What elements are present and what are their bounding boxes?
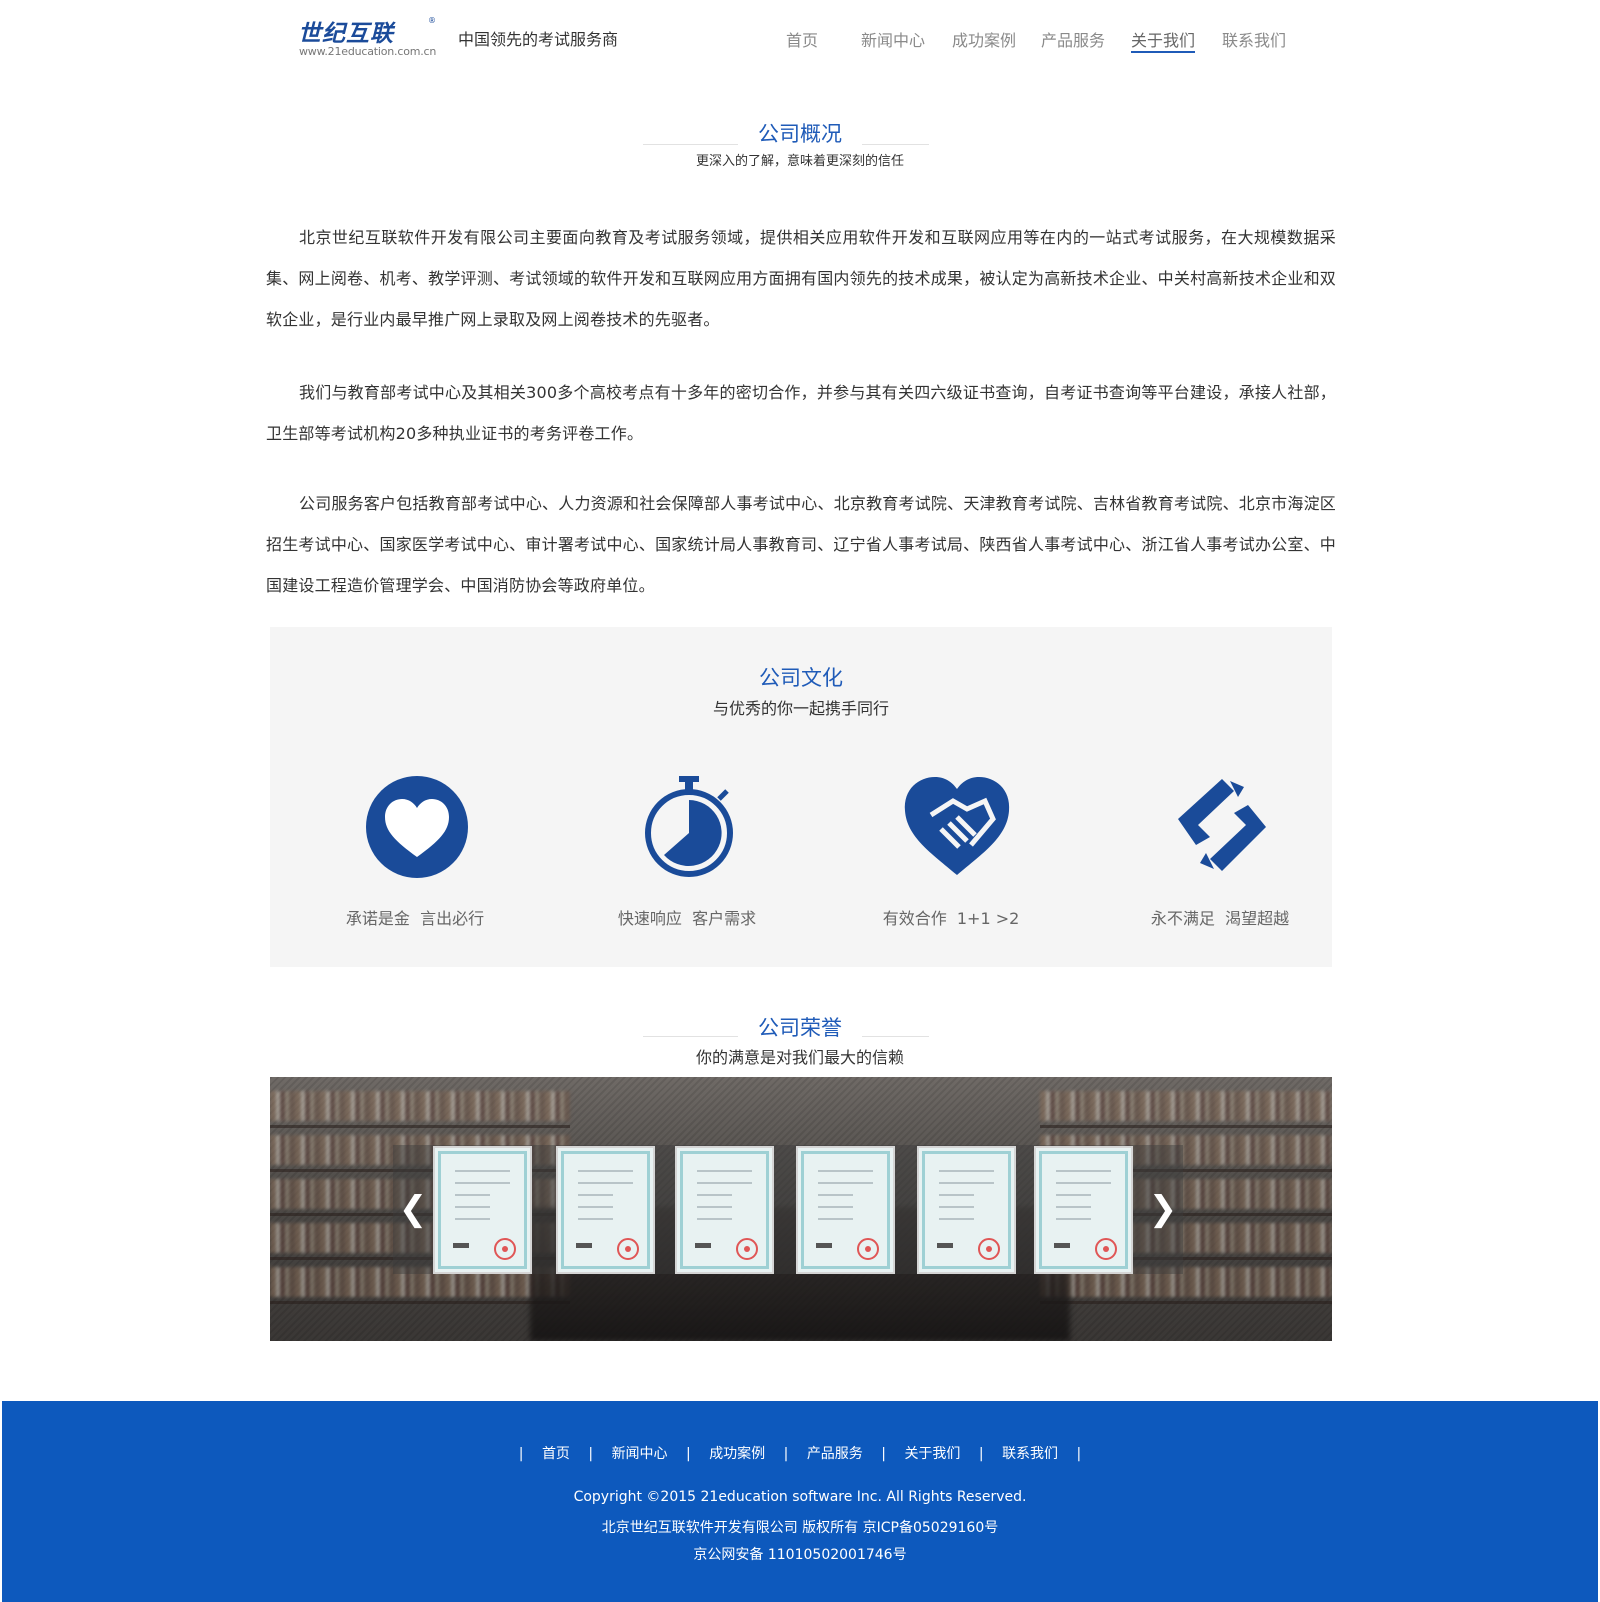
footer-copyright: Copyright ©2015 21education software Inc… bbox=[573, 1489, 1027, 1505]
culture-subtitle: 与优秀的你一起携手同行 bbox=[712, 699, 889, 718]
stopwatch-icon bbox=[645, 776, 733, 877]
company-logo[interactable]: 世纪互联 ® www.21education.com.cn bbox=[298, 14, 437, 60]
footer-nav-separator: | bbox=[1076, 1446, 1082, 1462]
footer-nav-separator: | bbox=[881, 1446, 886, 1462]
culture-item-cooperation: 有效合作 1+1 >2 bbox=[851, 775, 1051, 945]
nav-contact[interactable]: 联系我们 bbox=[1222, 27, 1286, 53]
footer-nav-contact[interactable]: 联系我们 bbox=[1002, 1443, 1058, 1463]
culture-section: 公司文化 与优秀的你一起携手同行 承诺是金 言出必行 快速响应 客户需求 有效合… bbox=[270, 627, 1332, 967]
honors-subtitle: 你的满意是对我们最大的信赖 bbox=[695, 1048, 904, 1067]
footer-nav-home[interactable]: 首页 bbox=[542, 1443, 570, 1463]
logo-registered-mark: ® bbox=[428, 16, 436, 25]
overview-heading: 公司概况 更深入的了解，意味着更深刻的信任 bbox=[0, 118, 1600, 169]
footer-nav-separator: | bbox=[588, 1446, 594, 1462]
overview-title: 公司概况 bbox=[738, 118, 862, 148]
nav-cases[interactable]: 成功案例 bbox=[952, 27, 1016, 53]
footer-nav: | 首页 | 新闻中心 | 成功案例 | 产品服务 | 关于我们 | 联系我们 … bbox=[2, 1443, 1598, 1463]
carousel-prev-button[interactable]: ❮ bbox=[393, 1145, 433, 1274]
footer-nav-separator: | bbox=[518, 1446, 524, 1462]
footer-nav-about[interactable]: 关于我们 bbox=[904, 1443, 960, 1463]
certificate-thumbnail[interactable] bbox=[1034, 1146, 1133, 1274]
footer-nav-cases[interactable]: 成功案例 bbox=[709, 1443, 765, 1463]
heart-icon bbox=[366, 776, 468, 878]
footer-company-line: 北京世纪互联软件开发有限公司 版权所有 京ICP备05029160号 bbox=[601, 1520, 999, 1536]
certificate-thumbnail[interactable] bbox=[433, 1146, 532, 1274]
nav-products[interactable]: 产品服务 bbox=[1041, 27, 1105, 53]
link-arrows-icon bbox=[1178, 779, 1266, 871]
overview-paragraph-1: 北京世纪互联软件开发有限公司主要面向教育及考试服务领域，提供相关应用软件开发和互… bbox=[266, 228, 1336, 329]
footer-nav-news[interactable]: 新闻中心 bbox=[612, 1443, 668, 1463]
certificate-carousel: ❮ ❯ bbox=[393, 1145, 1183, 1274]
honors-title: 公司荣誉 bbox=[738, 1012, 862, 1042]
nav-home[interactable]: 首页 bbox=[786, 27, 818, 53]
footer-nav-separator: | bbox=[783, 1446, 789, 1462]
footer-police-line: 京公网安备 11010502001746号 bbox=[693, 1547, 907, 1563]
logo-text: 世纪互联 bbox=[298, 21, 394, 47]
site-slogan: 中国领先的考试服务商 bbox=[458, 30, 619, 49]
culture-item-response: 快速响应 客户需求 bbox=[587, 775, 787, 945]
certificate-thumbnail[interactable] bbox=[556, 1146, 655, 1274]
culture-label-response: 快速响应 客户需求 bbox=[617, 909, 757, 928]
culture-label-cooperation: 有效合作 1+1 >2 bbox=[882, 909, 1020, 928]
certificate-thumbnail[interactable] bbox=[796, 1146, 895, 1274]
overview-subtitle: 更深入的了解，意味着更深刻的信任 bbox=[695, 154, 904, 169]
footer-nav-products[interactable]: 产品服务 bbox=[807, 1443, 863, 1463]
footer-nav-separator: | bbox=[978, 1446, 984, 1462]
culture-item-promise: 承诺是金 言出必行 bbox=[315, 775, 515, 945]
culture-label-excellence: 永不满足 渴望超越 bbox=[1150, 909, 1290, 928]
site-footer: | 首页 | 新闻中心 | 成功案例 | 产品服务 | 关于我们 | 联系我们 … bbox=[2, 1401, 1598, 1602]
culture-item-excellence: 永不满足 渴望超越 bbox=[1120, 775, 1320, 945]
footer-nav-separator: | bbox=[686, 1446, 691, 1462]
honors-heading: 公司荣誉 你的满意是对我们最大的信赖 bbox=[0, 1012, 1600, 1068]
handshake-icon bbox=[904, 777, 1010, 875]
logo-url: www.21education.com.cn bbox=[299, 45, 437, 58]
site-header: 世纪互联 ® www.21education.com.cn 中国领先的考试服务商… bbox=[0, 0, 1600, 70]
culture-title: 公司文化 bbox=[759, 666, 843, 690]
overview-paragraph-2: 我们与教育部考试中心及其相关300多个高校考点有十多年的密切合作，并参与其有关四… bbox=[266, 383, 1336, 443]
overview-paragraph-3: 公司服务客户包括教育部考试中心、人力资源和社会保障部人事考试中心、北京教育考试院… bbox=[266, 494, 1336, 595]
nav-about[interactable]: 关于我们 bbox=[1131, 27, 1196, 53]
culture-label-promise: 承诺是金 言出必行 bbox=[345, 909, 485, 928]
nav-news[interactable]: 新闻中心 bbox=[861, 27, 925, 53]
certificate-thumbnail[interactable] bbox=[917, 1146, 1016, 1274]
carousel-next-button[interactable]: ❯ bbox=[1143, 1145, 1183, 1274]
certificate-thumbnail[interactable] bbox=[675, 1146, 774, 1274]
honors-banner: ❮ ❯ bbox=[270, 1077, 1332, 1341]
